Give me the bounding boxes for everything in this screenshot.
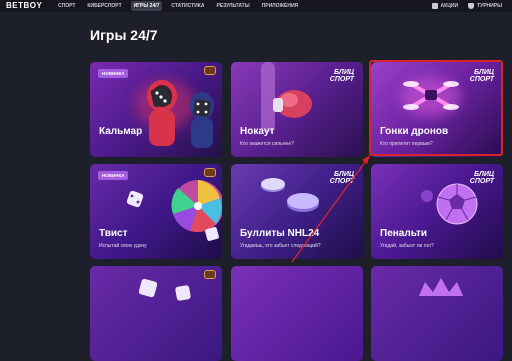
annotation-arrow xyxy=(291,155,370,263)
